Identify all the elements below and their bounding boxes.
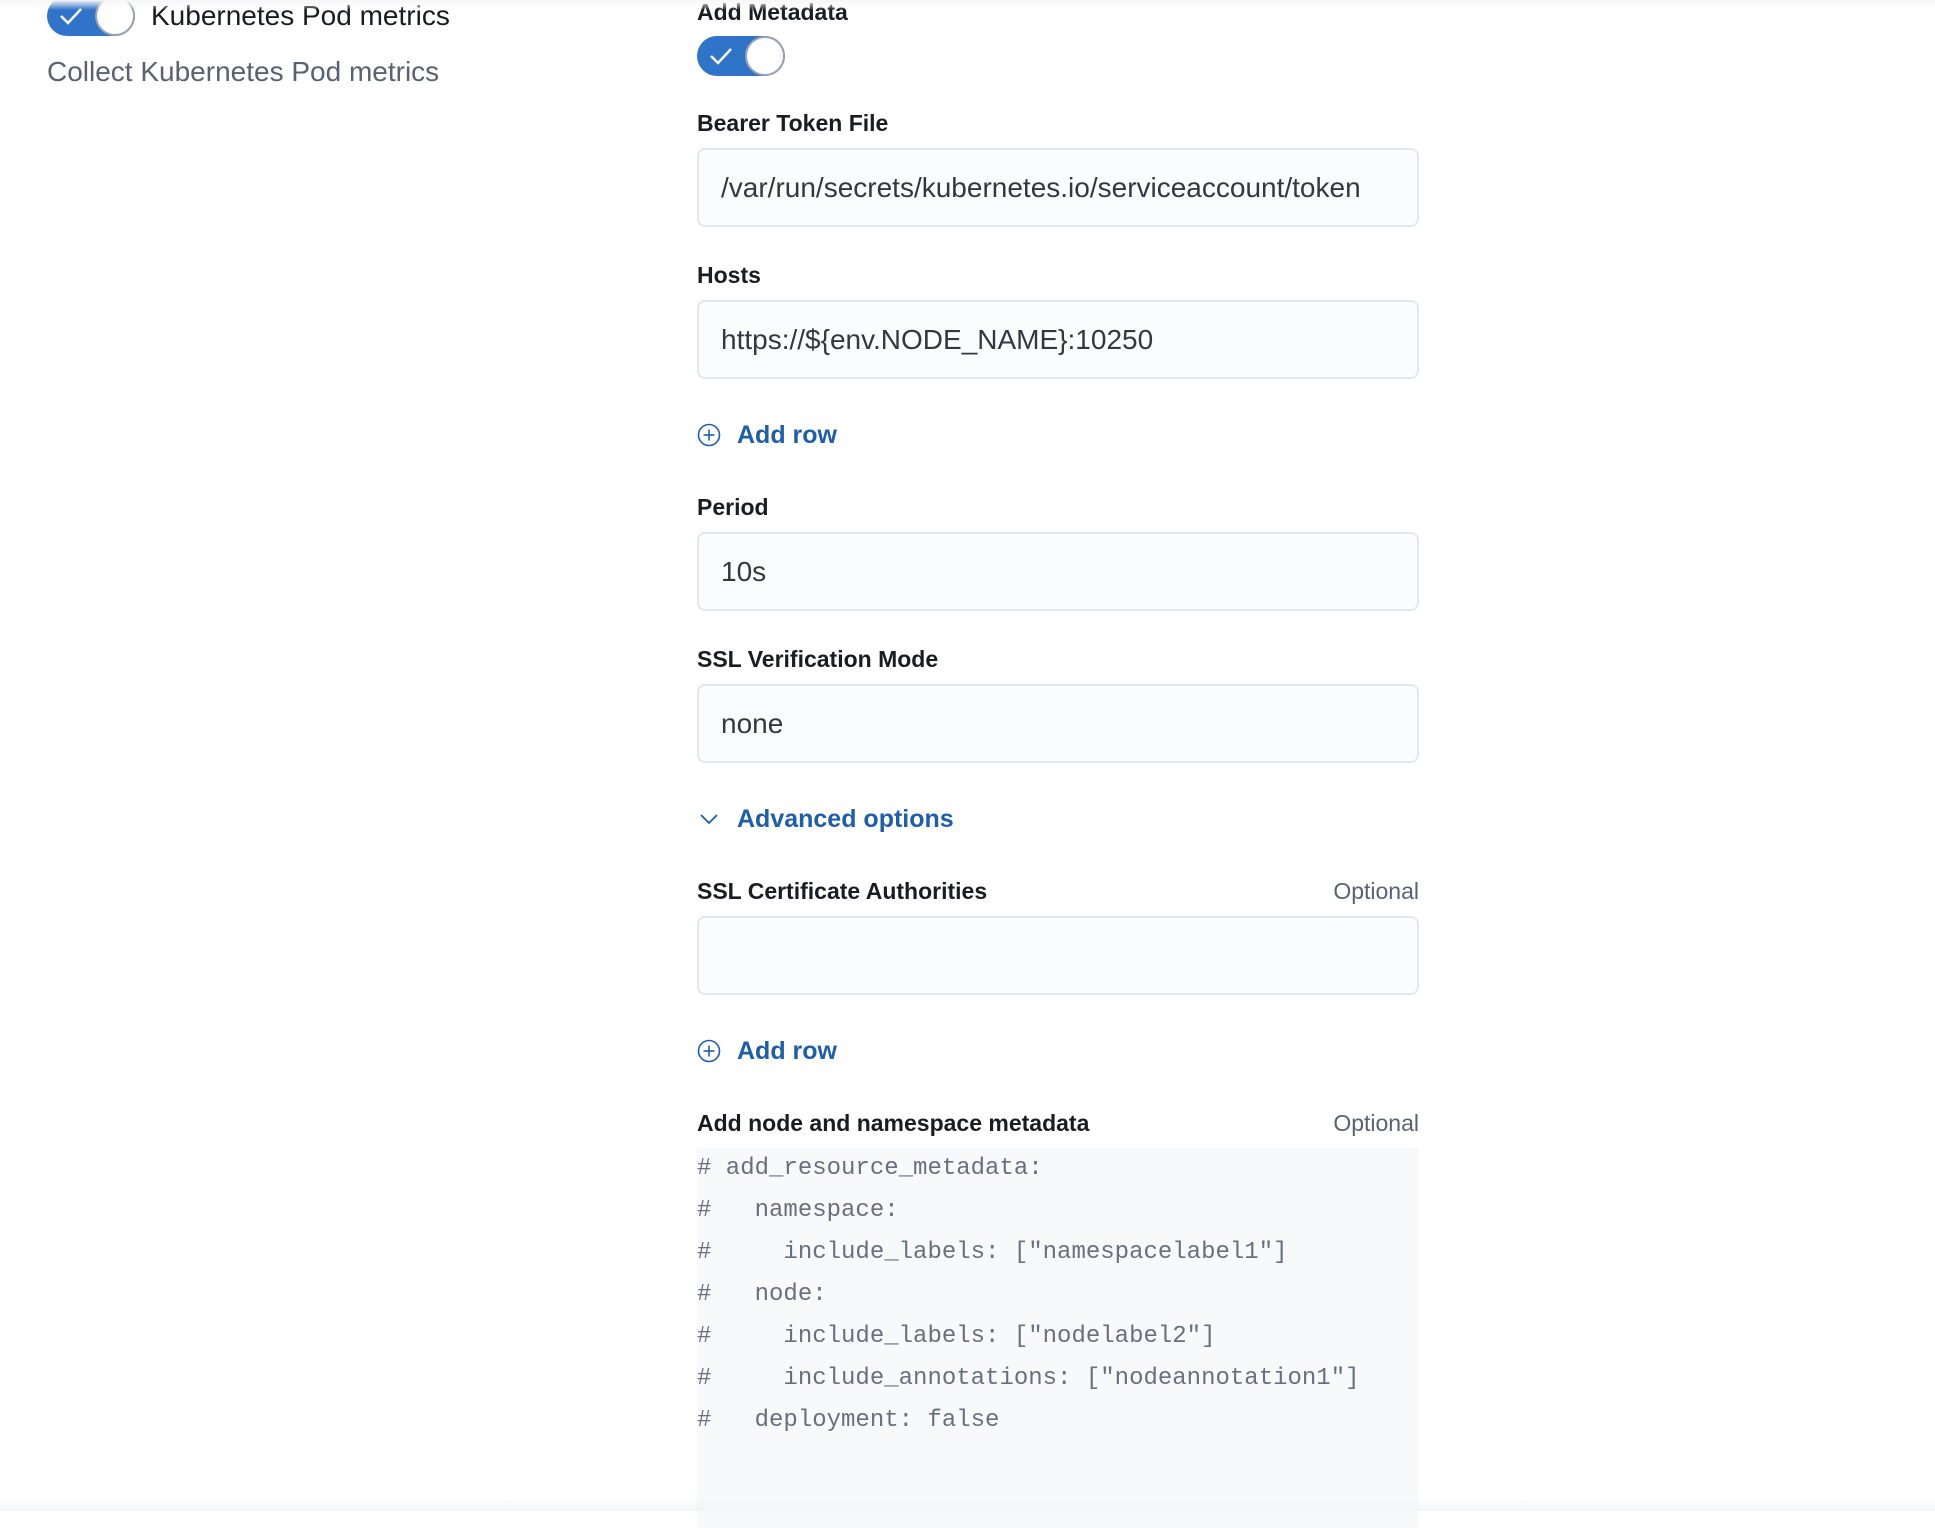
- bearer-token-file-label: Bearer Token File: [697, 110, 889, 136]
- code-line: # add_resource_metadata:: [697, 1155, 1043, 1182]
- code-line: # deployment: false: [697, 1407, 1000, 1434]
- code-line: # include_labels: ["nodelabel2"]: [697, 1323, 1216, 1350]
- package-description: Collect Kubernetes Pod metrics: [47, 56, 440, 87]
- top-shadow: [0, 0, 1935, 10]
- code-line: # include_annotations: ["nodeannotation1…: [697, 1365, 1360, 1392]
- advanced-options-toggle[interactable]: Advanced options: [697, 804, 954, 834]
- chevron-down-icon: [700, 814, 718, 825]
- period-input[interactable]: [697, 532, 1419, 611]
- plus-circle-icon: [697, 423, 721, 447]
- ssl-verification-mode-label: SSL Verification Mode: [697, 646, 939, 672]
- bottom-shadow: [0, 1497, 1935, 1511]
- hosts-add-row-button[interactable]: Add row: [697, 420, 837, 450]
- code-line: # node:: [697, 1281, 827, 1308]
- advanced-options-label: Advanced options: [737, 805, 954, 833]
- check-icon: [710, 48, 732, 65]
- add-row-label: Add row: [737, 421, 837, 449]
- bearer-token-file-input[interactable]: [697, 148, 1419, 227]
- hosts-label: Hosts: [697, 262, 761, 288]
- hosts-input[interactable]: [697, 300, 1419, 379]
- code-line: # include_labels: ["namespacelabel1"]: [697, 1239, 1288, 1266]
- plus-circle-icon: [697, 1039, 721, 1063]
- ssl-certificate-authorities-label: SSL Certificate Authorities: [697, 878, 988, 904]
- optional-label: Optional: [1333, 1110, 1419, 1136]
- ssl-certificate-authorities-input[interactable]: [697, 916, 1419, 995]
- ssl-ca-add-row-button[interactable]: Add row: [697, 1036, 837, 1066]
- optional-label: Optional: [1333, 878, 1419, 904]
- code-line: # namespace:: [697, 1197, 899, 1224]
- add-row-label: Add row: [737, 1037, 837, 1065]
- toggle-knob: [745, 36, 785, 76]
- yaml-code-editor[interactable]: # add_resource_metadata: # namespace: # …: [697, 1148, 1419, 1528]
- node-namespace-metadata-label: Add node and namespace metadata: [697, 1110, 1090, 1136]
- add-metadata-toggle[interactable]: [697, 36, 785, 76]
- ssl-verification-mode-input[interactable]: [697, 684, 1419, 763]
- period-label: Period: [697, 494, 769, 520]
